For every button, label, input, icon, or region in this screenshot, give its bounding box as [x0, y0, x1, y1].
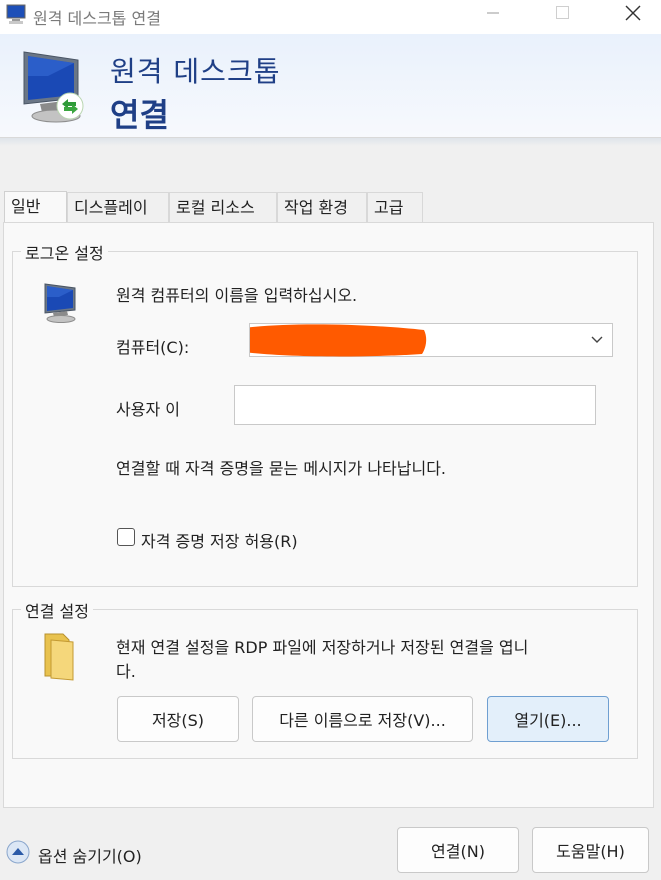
tab-panel-general: 로그온 설정 원격 컴퓨터의 이름을 입력하십시오. 컴퓨터(C): 사용자 이…: [3, 222, 654, 808]
connection-group-label: 연결 설정: [21, 598, 93, 622]
connection-settings-group: 연결 설정 현재 연결 설정을 RDP 파일에 저장하거나 저장된 연결을 엽니…: [12, 598, 638, 759]
hide-options-toggle[interactable]: [6, 840, 30, 864]
help-button[interactable]: 도움말(H): [532, 827, 649, 873]
tab-general[interactable]: 일반: [4, 191, 67, 223]
save-as-button[interactable]: 다른 이름으로 저장(V)...: [252, 696, 473, 742]
title-bar: 원격 데스크톱 연결: [0, 0, 661, 34]
computer-label: 컴퓨터(C):: [116, 338, 190, 357]
chevron-up-circle-icon: [6, 840, 30, 864]
redaction-mark: [250, 324, 427, 357]
tab-local-resources[interactable]: 로컬 리소스: [169, 192, 277, 222]
folder-icon: [44, 633, 74, 681]
help-label: 도움말(H): [556, 842, 625, 861]
username-input[interactable]: [234, 385, 596, 425]
tab-label: 로컬 리소스: [176, 198, 255, 217]
tab-label: 고급: [374, 198, 404, 217]
connect-button[interactable]: 연결(N): [397, 827, 519, 873]
maximize-button[interactable]: [540, 0, 586, 30]
minimize-icon: [487, 12, 499, 14]
tab-label: 디스플레이: [74, 198, 148, 217]
hide-options-label[interactable]: 옵션 숨기기(O): [38, 843, 142, 867]
tab-display[interactable]: 디스플레이: [67, 192, 169, 222]
tab-advanced[interactable]: 고급: [367, 192, 423, 222]
credential-prompt-text: 연결할 때 자격 증명을 묻는 메시지가 나타납니다.: [116, 459, 447, 478]
close-button[interactable]: [610, 0, 656, 30]
window-title: 원격 데스크톱 연결: [33, 9, 161, 28]
logon-settings-group: 로그온 설정 원격 컴퓨터의 이름을 입력하십시오. 컴퓨터(C): 사용자 이…: [12, 240, 638, 587]
app-icon: [6, 4, 26, 24]
connect-label: 연결(N): [431, 842, 485, 861]
computer-icon: [44, 283, 76, 323]
remote-monitor-icon: [23, 51, 84, 123]
save-button[interactable]: 저장(S): [117, 696, 239, 742]
logon-instruction: 원격 컴퓨터의 이름을 입력하십시오.: [116, 286, 358, 305]
banner-title-line1: 원격 데스크톱: [110, 55, 281, 88]
save-credentials-checkbox[interactable]: [117, 528, 135, 546]
banner-divider: [0, 138, 661, 146]
username-label: 사용자 이: [116, 400, 180, 419]
chevron-down-icon[interactable]: [590, 335, 604, 345]
tab-label: 일반: [11, 197, 41, 216]
tab-label: 작업 환경: [284, 198, 348, 217]
minimize-button[interactable]: [470, 0, 516, 30]
tab-experience[interactable]: 작업 환경: [277, 192, 367, 222]
save-credentials-label[interactable]: 자격 증명 저장 허용(R): [141, 528, 298, 552]
header-banner: 원격 데스크톱 연결: [0, 34, 661, 138]
connection-description-line1: 현재 연결 설정을 RDP 파일에 저장하거나 저장된 연결을 엽니: [116, 638, 529, 657]
close-icon: [625, 5, 641, 21]
connection-description-line2: 다.: [116, 662, 136, 681]
banner-title-line2: 연결: [110, 96, 169, 134]
open-button[interactable]: 열기(E)...: [487, 696, 609, 742]
computer-combobox[interactable]: [249, 323, 613, 357]
maximize-icon: [556, 6, 569, 19]
logon-group-label: 로그온 설정: [21, 240, 108, 264]
